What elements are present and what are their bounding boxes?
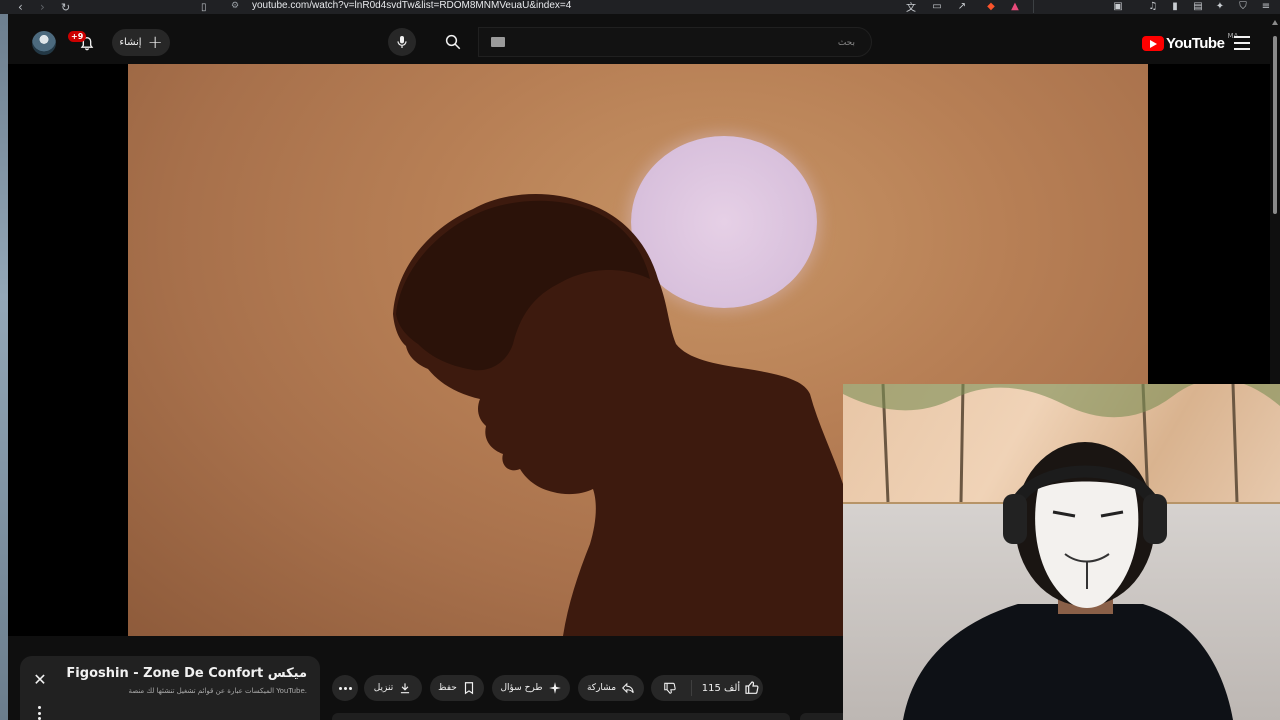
microphone-icon	[397, 36, 407, 48]
download-icon	[401, 683, 410, 694]
cast-icon[interactable]: ▭	[930, 0, 944, 13]
vpn-icon[interactable]: ⛉	[1236, 0, 1250, 13]
playlist-more-button[interactable]	[37, 706, 41, 720]
share-label: مشاركة	[586, 683, 617, 693]
forward-icon[interactable]: ›	[40, 0, 45, 14]
download-button[interactable]: تنزيل	[364, 675, 422, 701]
share-page-icon[interactable]: ↗	[955, 0, 969, 13]
bookmark-add-icon	[464, 682, 473, 695]
youtube-play-icon	[1142, 35, 1164, 51]
bookmark-icon[interactable]: ▯	[201, 0, 207, 14]
desktop-background	[0, 14, 8, 720]
scroll-up-icon[interactable]	[1272, 20, 1278, 25]
ask-label: طرح سؤال	[500, 683, 543, 693]
description-box[interactable]	[332, 713, 790, 720]
wallet-icon[interactable]: ▤	[1191, 0, 1205, 13]
browser-toolbar: ‹ › ↻ ▯ ⚙ youtube.com/watch?v=lnR0d4svdT…	[0, 0, 1280, 14]
share-button[interactable]: مشاركة	[578, 675, 644, 701]
like-count: 115 ألف	[701, 682, 741, 694]
search-icon	[445, 34, 461, 50]
keyboard-icon[interactable]	[491, 37, 505, 47]
masked-person	[843, 384, 1280, 720]
dislike-icon[interactable]	[663, 681, 677, 695]
save-button[interactable]: حفظ	[430, 675, 484, 701]
brave-shield-icon[interactable]: ◆	[984, 0, 998, 13]
brave-rewards-icon[interactable]: ▲	[1008, 0, 1022, 13]
share-icon	[622, 682, 634, 694]
translate-icon[interactable]: 文	[904, 0, 918, 14]
scrollbar-thumb[interactable]	[1273, 36, 1277, 214]
webcam-overlay	[843, 384, 1280, 720]
screenshot-icon[interactable]: ▣	[1111, 0, 1125, 13]
search-input[interactable]	[555, 33, 855, 53]
menu-icon[interactable]: ≡	[1259, 0, 1273, 13]
download-label: تنزيل	[373, 683, 394, 693]
youtube-logo[interactable]: YouTube MA	[1142, 32, 1238, 52]
like-button[interactable]: 115 ألف	[699, 675, 763, 701]
voice-search-button[interactable]	[388, 28, 416, 56]
create-button[interactable]: إنشاء +	[112, 29, 170, 56]
search-button[interactable]	[428, 27, 478, 57]
create-label: إنشاء	[119, 37, 142, 48]
plus-icon: +	[147, 31, 163, 53]
mix-title[interactable]: Figoshin - Zone De Confort ميكس	[66, 666, 307, 681]
youtube-header: +9 إنشاء + YouTube MA	[8, 14, 1270, 64]
logo-text: YouTube	[1166, 34, 1225, 52]
mix-playlist-panel: ✕ Figoshin - Zone De Confort ميكس الميكس…	[20, 656, 320, 720]
like-dislike-group: 115 ألف	[651, 675, 763, 701]
avatar[interactable]	[32, 31, 56, 55]
close-icon[interactable]: ✕	[32, 672, 48, 688]
like-icon	[745, 681, 759, 694]
search-box	[478, 27, 872, 57]
notification-badge: +9	[68, 31, 87, 42]
sparkle-icon	[548, 682, 561, 694]
site-info-icon[interactable]: ⚙	[231, 1, 241, 11]
leo-ai-icon[interactable]: ✦	[1213, 0, 1227, 13]
guide-menu-button[interactable]	[1234, 36, 1250, 50]
save-label: حفظ	[438, 683, 457, 693]
back-icon[interactable]: ‹	[18, 0, 23, 14]
music-icon[interactable]: ♫	[1146, 0, 1160, 13]
sidebar-icon[interactable]: ▮	[1168, 0, 1182, 13]
comments-box[interactable]	[800, 713, 843, 720]
mix-subtitle: الميكسات عبارة عن قوائم تشغيل تنشئها لك …	[128, 687, 307, 695]
ask-button[interactable]: طرح سؤال	[492, 675, 570, 701]
more-actions-button[interactable]	[332, 675, 358, 701]
address-bar[interactable]: youtube.com/watch?v=lnR0d4svdTw&list=RDO…	[252, 0, 571, 14]
reload-icon[interactable]: ↻	[61, 0, 70, 14]
